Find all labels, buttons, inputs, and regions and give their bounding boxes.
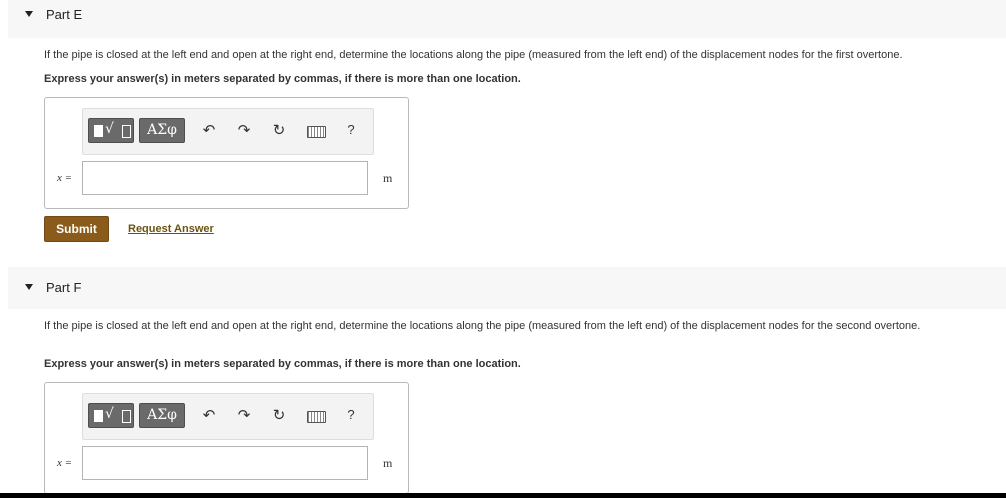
question-text: If the pipe is closed at the left end an… (44, 49, 903, 61)
question-text: If the pipe is closed at the left end an… (44, 320, 921, 332)
unit-label: m (383, 456, 393, 470)
bottom-edge (0, 493, 1006, 498)
variable-label: x = (57, 457, 73, 469)
math-toolbar: √ ΑΣφ ↶ ↷ ↻ ? (82, 108, 374, 155)
reset-icon[interactable]: ↻ (269, 121, 289, 139)
request-answer-link[interactable]: Request Answer (128, 223, 214, 235)
variable-label: x = (57, 172, 73, 184)
caret-down-icon[interactable] (25, 11, 33, 17)
part-f-header[interactable]: Part F (8, 267, 1006, 309)
redo-icon[interactable]: ↷ (234, 406, 254, 424)
redo-icon[interactable]: ↷ (234, 121, 254, 139)
undo-icon[interactable]: ↶ (199, 121, 219, 139)
undo-icon[interactable]: ↶ (199, 406, 219, 424)
templates-button[interactable]: √ (88, 403, 134, 428)
part-e-header[interactable]: Part E (8, 0, 1006, 38)
greek-symbols-button[interactable]: ΑΣφ (139, 403, 185, 428)
math-toolbar: √ ΑΣφ ↶ ↷ ↻ ? (82, 393, 374, 440)
answer-instruction: Express your answer(s) in meters separat… (44, 73, 521, 85)
keyboard-icon[interactable] (307, 411, 326, 423)
unit-label: m (383, 171, 393, 185)
templates-button[interactable]: √ (88, 118, 134, 143)
keyboard-icon[interactable] (307, 126, 326, 138)
greek-symbols-button[interactable]: ΑΣφ (139, 118, 185, 143)
reset-icon[interactable]: ↻ (269, 406, 289, 424)
part-title: Part F (46, 280, 82, 295)
answer-box: √ ΑΣφ ↶ ↷ ↻ ? x = m (44, 97, 409, 209)
submit-button[interactable]: Submit (44, 216, 109, 242)
answer-input[interactable] (82, 161, 368, 195)
part-title: Part E (46, 7, 83, 22)
caret-down-icon[interactable] (25, 284, 33, 290)
answer-instruction: Express your answer(s) in meters separat… (44, 358, 521, 370)
answer-input[interactable] (82, 446, 368, 480)
answer-box: √ ΑΣφ ↶ ↷ ↻ ? x = m (44, 382, 409, 494)
help-button[interactable]: ? (341, 406, 361, 424)
help-button[interactable]: ? (341, 121, 361, 139)
